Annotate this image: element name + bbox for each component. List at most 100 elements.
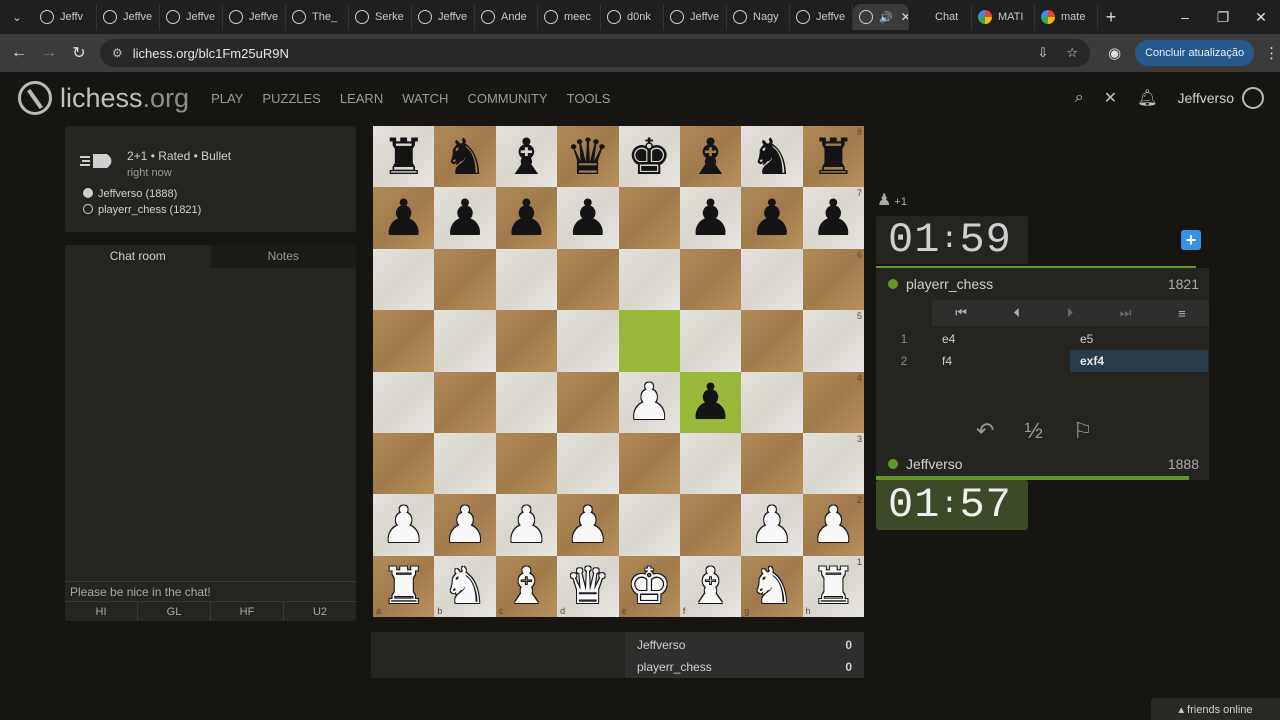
- square-d7[interactable]: ♟: [557, 187, 619, 249]
- tab-9[interactable]: d0nk: [601, 4, 664, 30]
- square-f2[interactable]: [679, 494, 742, 556]
- nav-community[interactable]: COMMUNITY: [467, 91, 547, 106]
- preset-gl[interactable]: GL: [138, 602, 211, 621]
- next-move-icon[interactable]: ⏵: [1067, 305, 1074, 321]
- square-a4[interactable]: [373, 371, 435, 433]
- black-pawn-icon[interactable]: ♟: [811, 193, 856, 243]
- square-h5[interactable]: 5: [802, 310, 864, 372]
- friends-online-button[interactable]: ▴ friends online: [1151, 698, 1280, 720]
- square-a5[interactable]: [373, 310, 435, 372]
- square-f1[interactable]: ♝ f: [679, 555, 742, 617]
- square-c4[interactable]: [495, 371, 558, 433]
- white-pawn-icon[interactable]: ♟: [381, 500, 426, 550]
- square-c1[interactable]: ♝ c: [495, 555, 558, 617]
- square-h4[interactable]: 4: [802, 371, 864, 433]
- tab-5[interactable]: Serke: [349, 4, 412, 30]
- tab-extra-0[interactable]: Chat: [909, 4, 972, 30]
- tab-8[interactable]: meec: [538, 4, 601, 30]
- square-f7[interactable]: ♟: [679, 187, 742, 249]
- square-a7[interactable]: ♟: [373, 187, 435, 249]
- tab-extra-1[interactable]: MATI: [972, 4, 1035, 30]
- square-d5[interactable]: [557, 310, 619, 372]
- black-king-icon[interactable]: ♚: [627, 132, 672, 182]
- white-pawn-icon[interactable]: ♟: [504, 500, 549, 550]
- square-e4[interactable]: ♟: [618, 371, 680, 433]
- black-rook-icon[interactable]: ♜: [811, 132, 856, 182]
- square-f3[interactable]: [679, 432, 742, 495]
- resign-flag-icon[interactable]: ⚐: [1073, 418, 1093, 444]
- square-e6[interactable]: [618, 248, 680, 311]
- square-c2[interactable]: ♟: [495, 494, 558, 556]
- square-b2[interactable]: ♟: [434, 494, 496, 556]
- square-d2[interactable]: ♟: [557, 494, 619, 556]
- black-knight-icon[interactable]: ♞: [443, 132, 488, 182]
- white-pawn-icon[interactable]: ♟: [627, 377, 672, 427]
- square-b5[interactable]: [434, 310, 496, 372]
- square-f5[interactable]: [679, 310, 742, 372]
- forward-icon[interactable]: →: [34, 44, 64, 62]
- square-a2[interactable]: ♟: [373, 494, 435, 556]
- tab-4[interactable]: The_: [286, 4, 349, 30]
- tab-10[interactable]: Jeffve: [664, 4, 727, 30]
- square-h2[interactable]: ♟ 2: [802, 494, 864, 556]
- square-d4[interactable]: [557, 371, 619, 433]
- bell-icon[interactable]: 🔔︎: [1137, 88, 1157, 108]
- square-c5[interactable]: [495, 310, 558, 372]
- square-g1[interactable]: ♞ g: [741, 555, 803, 617]
- black-pawn-icon[interactable]: ♟: [750, 193, 795, 243]
- square-a6[interactable]: [373, 248, 435, 311]
- black-pawn-icon[interactable]: ♟: [381, 193, 426, 243]
- preset-hi[interactable]: HI: [65, 602, 138, 621]
- white-player[interactable]: Jeffverso (1888): [83, 186, 201, 202]
- black-pawn-icon[interactable]: ♟: [565, 193, 610, 243]
- white-bishop-icon[interactable]: ♝: [504, 561, 549, 611]
- square-h1[interactable]: ♜ 1 h: [802, 555, 864, 617]
- nav-tools[interactable]: TOOLS: [567, 91, 611, 106]
- square-d8[interactable]: ♛: [557, 126, 619, 188]
- search-icon[interactable]: ⌕: [1075, 89, 1084, 107]
- tab-0[interactable]: Jeffv: [34, 4, 97, 30]
- square-g3[interactable]: [741, 432, 803, 495]
- url-input[interactable]: ⚙ lichess.org/blc1Fm25uR9N ⇩ ☆: [100, 39, 1090, 67]
- tab-7[interactable]: Ande: [475, 4, 538, 30]
- square-g8[interactable]: ♞: [741, 126, 803, 188]
- nav-play[interactable]: PLAY: [211, 91, 243, 106]
- reload-icon[interactable]: ↻: [64, 43, 94, 63]
- move-black[interactable]: exf4: [1070, 350, 1208, 372]
- square-a8[interactable]: ♜: [373, 126, 435, 188]
- chat-input[interactable]: Please be nice in the chat!: [65, 581, 356, 601]
- back-icon[interactable]: ←: [4, 44, 34, 62]
- prev-move-icon[interactable]: ⏴: [1014, 305, 1021, 321]
- chess-board[interactable]: ♜ ♞ ♝ ♛ ♚ ♝ ♞ ♜ 8 ♟ ♟ ♟ ♟ ♟ ♟ ♟ 7 6 5 ♟ ♟ 4 3 ♟ ♟ ♟ ♟ ♟ ♟ 2 ♜ a ♞ b ♝ c ♛ d ♚ e…: [373, 126, 864, 617]
- white-rook-icon[interactable]: ♜: [811, 561, 856, 611]
- black-knight-icon[interactable]: ♞: [750, 132, 795, 182]
- square-b8[interactable]: ♞: [434, 126, 496, 188]
- square-a3[interactable]: [373, 432, 435, 495]
- first-move-icon[interactable]: ⏮: [955, 305, 967, 321]
- draw-offer-button[interactable]: ½: [1024, 418, 1042, 444]
- black-rook-icon[interactable]: ♜: [381, 132, 426, 182]
- square-c8[interactable]: ♝: [495, 126, 558, 188]
- white-pawn-icon[interactable]: ♟: [750, 500, 795, 550]
- square-h3[interactable]: 3: [802, 432, 864, 495]
- square-e2[interactable]: [618, 494, 680, 556]
- white-king-icon[interactable]: ♚: [627, 561, 672, 611]
- black-pawn-icon[interactable]: ♟: [688, 377, 733, 427]
- tab-active[interactable]: 🔊 ✕: [853, 4, 909, 30]
- square-f8[interactable]: ♝: [679, 126, 742, 188]
- nav-learn[interactable]: LEARN: [340, 91, 383, 106]
- preset-hf[interactable]: HF: [211, 602, 284, 621]
- white-queen-icon[interactable]: ♛: [565, 561, 610, 611]
- crosstable-row[interactable]: Jeffverso 0: [637, 638, 852, 652]
- menu-icon[interactable]: ≡: [1178, 306, 1186, 321]
- nav-puzzles[interactable]: PUZZLES: [262, 91, 321, 106]
- square-b4[interactable]: [434, 371, 496, 433]
- tab-chat-room[interactable]: Chat room: [65, 245, 211, 268]
- close-icon[interactable]: ✕: [901, 10, 908, 24]
- tab-3[interactable]: Jeffve: [223, 4, 286, 30]
- move-white[interactable]: f4: [932, 350, 1070, 372]
- black-player[interactable]: playerr_chess (1821): [83, 202, 201, 218]
- white-bishop-icon[interactable]: ♝: [688, 561, 733, 611]
- square-g6[interactable]: [741, 248, 803, 311]
- white-knight-icon[interactable]: ♞: [443, 561, 488, 611]
